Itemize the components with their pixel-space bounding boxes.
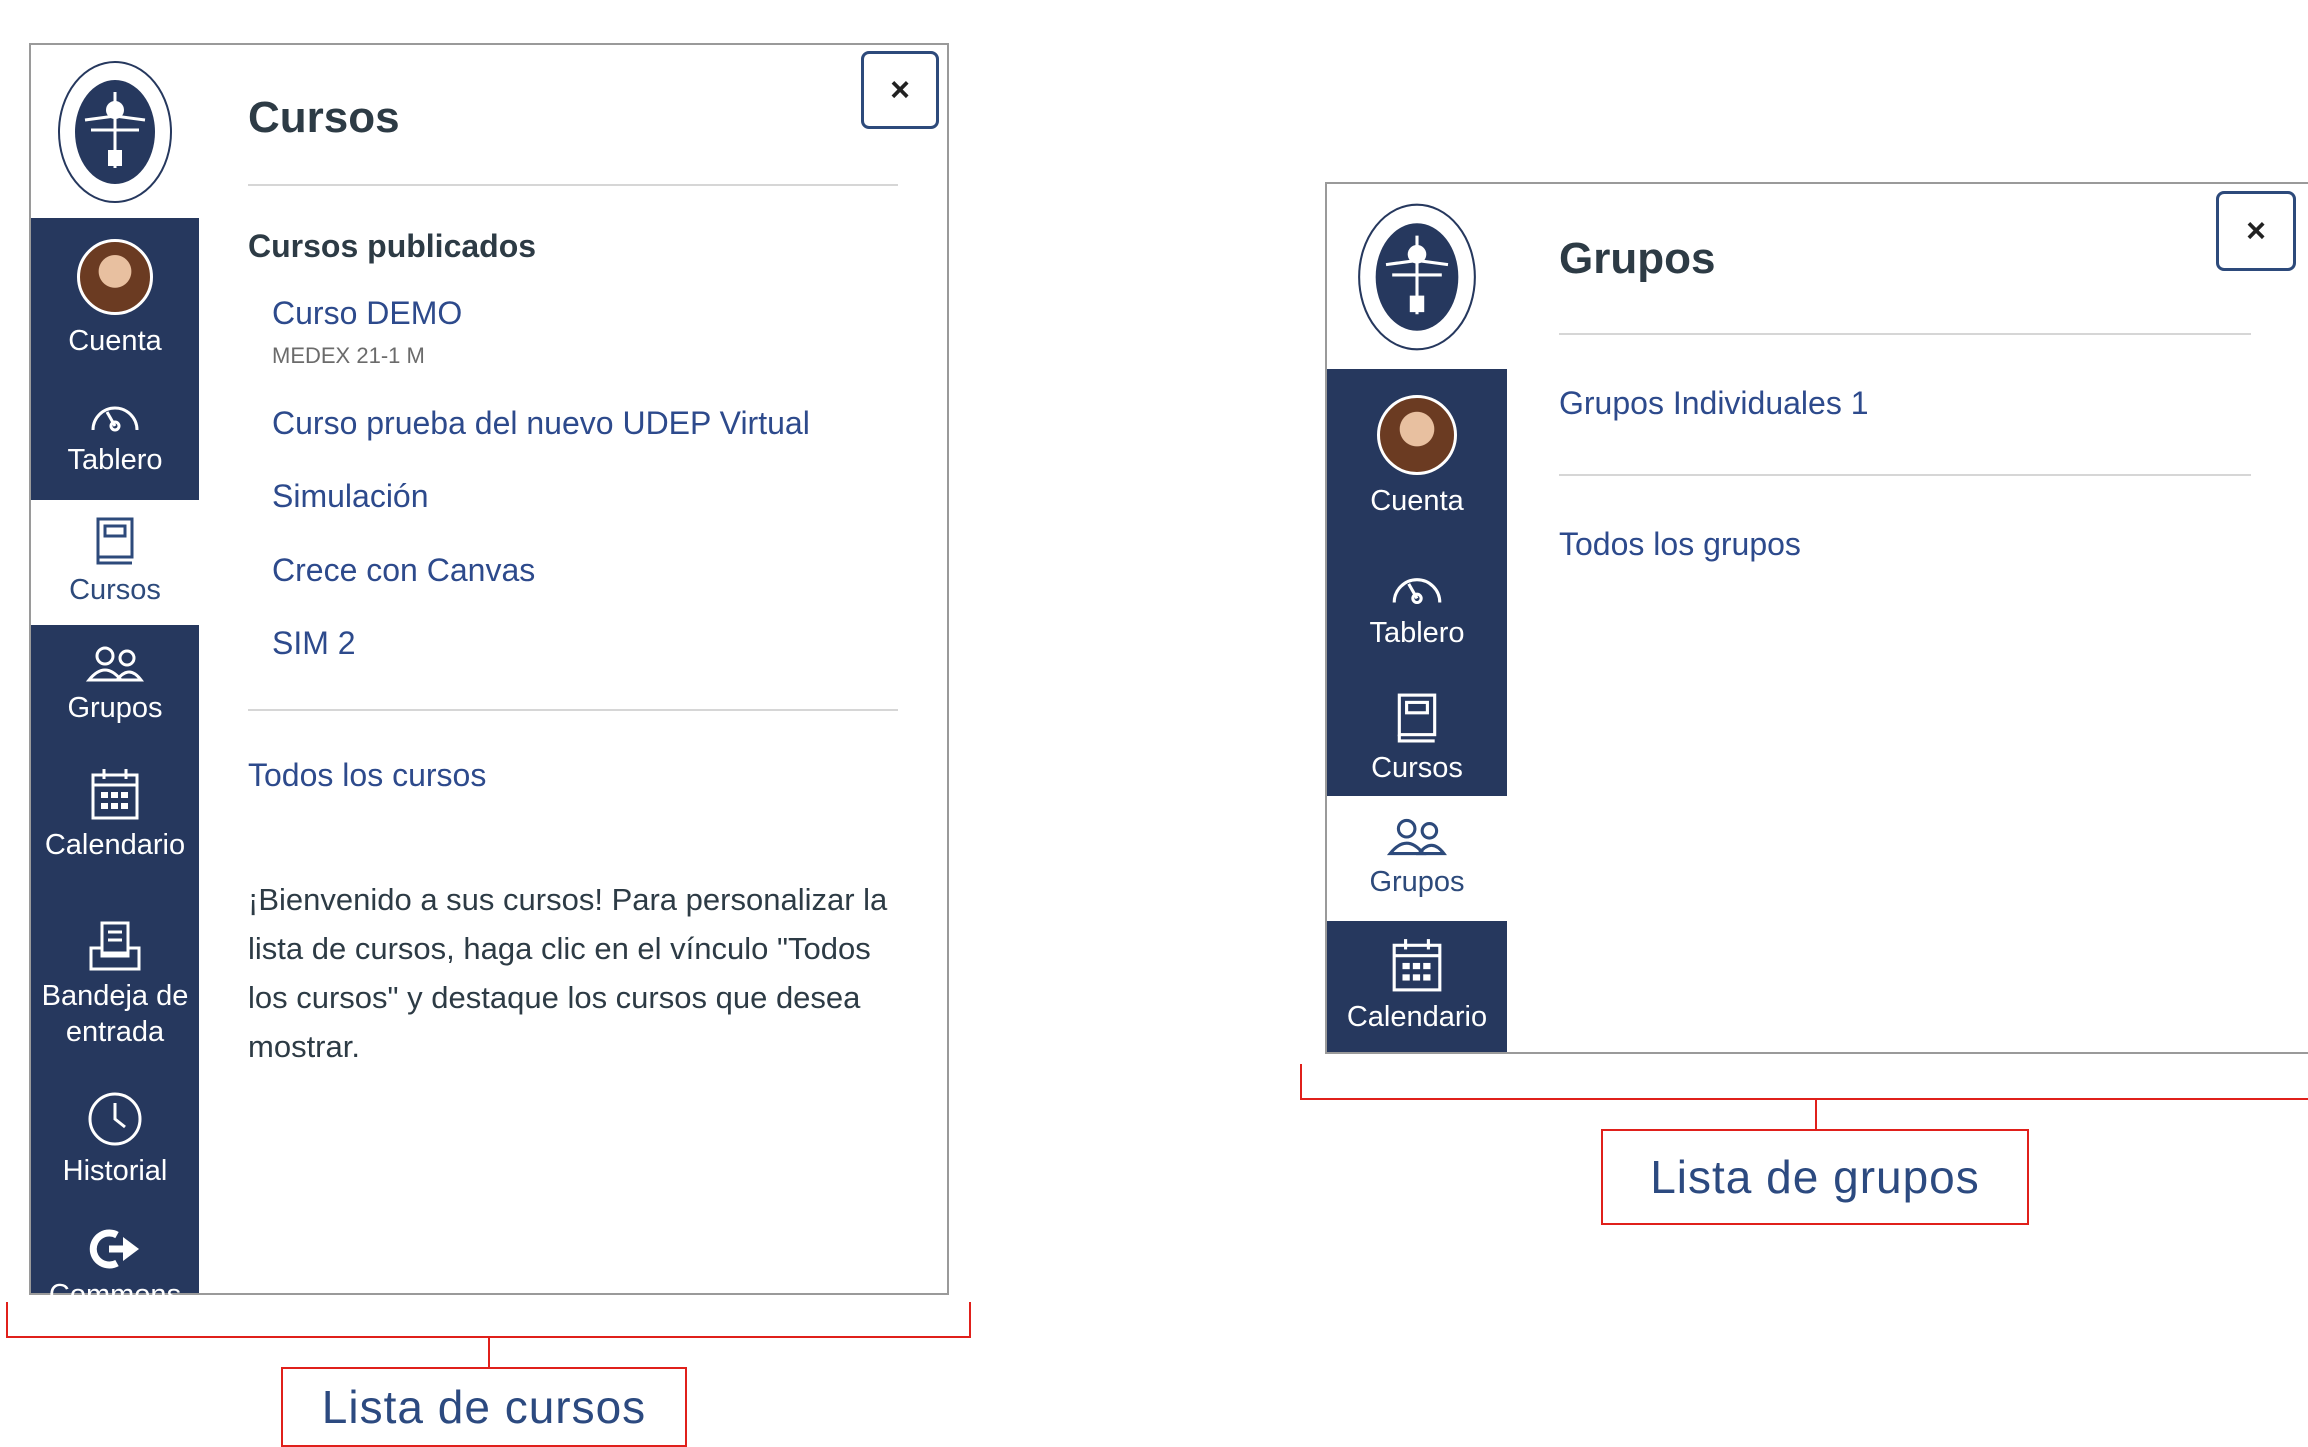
- nav-courses-label: Cursos: [1371, 751, 1463, 784]
- courses-bracket-stem: [488, 1336, 490, 1368]
- tray-title: Grupos: [1559, 234, 1716, 283]
- nav-inbox[interactable]: Bandeja de entrada: [31, 905, 199, 1065]
- groups-bracket: [1300, 1064, 2308, 1100]
- course-link-sim2[interactable]: SIM 2: [272, 625, 356, 662]
- avatar: [1377, 394, 1457, 475]
- university-seal-icon: [58, 60, 172, 203]
- all-courses-link[interactable]: Todos los cursos: [248, 757, 486, 794]
- nav-history-label: Historial: [62, 1154, 168, 1187]
- calendar-icon: [1392, 939, 1442, 992]
- nav-inbox-label-line2: entrada: [65, 1016, 165, 1048]
- nav-courses[interactable]: Cursos: [1327, 674, 1507, 804]
- nav-calendar[interactable]: Calendario: [31, 745, 199, 885]
- nav-account-label: Cuenta: [68, 324, 162, 357]
- welcome-message: ¡Bienvenido a sus cursos! Para personali…: [248, 875, 928, 1071]
- people-icon: [1386, 819, 1447, 856]
- clock-icon: [88, 1092, 142, 1146]
- courses-caption-text: Lista de cursos: [321, 1381, 647, 1433]
- all-groups-link[interactable]: Todos los grupos: [1559, 526, 1801, 563]
- welcome-line: los cursos" y destaque los cursos que de…: [248, 980, 861, 1015]
- nav-groups-label: Grupos: [1369, 866, 1465, 899]
- nav-dashboard-label: Tablero: [1369, 616, 1465, 649]
- university-logo[interactable]: [31, 45, 199, 218]
- close-icon: ×: [2246, 211, 2266, 250]
- groups-tray: Cuenta Tablero Cursos Grupos Calendario …: [1325, 182, 2308, 1054]
- nav-calendar-label: Calendario: [44, 828, 186, 861]
- nav-calendar[interactable]: Calendario: [1327, 921, 1507, 1052]
- avatar: [77, 238, 153, 315]
- book-icon: [96, 517, 134, 565]
- nav-courses-label: Cursos: [69, 574, 161, 607]
- nav-history[interactable]: Historial: [31, 1080, 199, 1200]
- nav-dashboard[interactable]: Tablero: [31, 375, 199, 500]
- people-icon: [85, 646, 145, 682]
- nav-account-label: Cuenta: [1370, 484, 1464, 517]
- course-link-crece[interactable]: Crece con Canvas: [272, 552, 535, 589]
- courses-caption: Lista de cursos: [281, 1367, 687, 1447]
- divider: [1559, 474, 2251, 476]
- close-button[interactable]: ×: [861, 51, 939, 129]
- groups-caption-text: Lista de grupos: [1650, 1151, 1980, 1203]
- close-button[interactable]: ×: [2216, 191, 2296, 271]
- group-link-individuales[interactable]: Grupos Individuales 1: [1559, 385, 1869, 422]
- course-link-prueba[interactable]: Curso prueba del nuevo UDEP Virtual: [272, 405, 810, 442]
- nav-groups[interactable]: Grupos: [31, 625, 199, 745]
- courses-tray: Cuenta Tablero Cursos Grupos Calendario …: [29, 43, 949, 1311]
- inbox-icon: [89, 921, 141, 971]
- nav-account[interactable]: Cuenta: [31, 230, 199, 368]
- welcome-line: mostrar.: [248, 1029, 360, 1064]
- nav-courses[interactable]: Cursos: [31, 500, 199, 625]
- divider: [248, 184, 898, 186]
- groups-caption: Lista de grupos: [1601, 1129, 2029, 1225]
- global-nav-rail: Cuenta Tablero Cursos: [31, 45, 199, 1311]
- university-seal-icon: [1358, 203, 1476, 350]
- share-arrow-icon: [89, 1229, 139, 1269]
- calendar-icon: [91, 768, 139, 820]
- groups-bracket-stem: [1815, 1098, 1817, 1130]
- nav-calendar-label: Calendario: [1346, 1001, 1488, 1034]
- nav-account[interactable]: Cuenta: [1327, 382, 1507, 532]
- welcome-line: ¡Bienvenido a sus cursos! Para personali…: [248, 882, 888, 917]
- speedometer-icon: [1392, 578, 1442, 604]
- nav-dashboard-label: Tablero: [67, 444, 163, 477]
- welcome-line: lista de cursos, haga clic en el vínculo…: [248, 931, 871, 966]
- tray-title: Cursos: [248, 93, 400, 142]
- global-nav-rail: Cuenta Tablero Cursos: [1327, 184, 1507, 1052]
- speedometer-icon: [91, 406, 139, 432]
- nav-inbox-label-line1: Bandeja de: [41, 979, 189, 1012]
- nav-groups-label: Grupos: [67, 691, 163, 724]
- university-logo[interactable]: [1327, 184, 1507, 369]
- divider: [1559, 333, 2251, 335]
- course-code: MEDEX 21-1 M: [272, 343, 425, 368]
- published-courses-heading: Cursos publicados: [248, 228, 537, 264]
- nav-dashboard[interactable]: Tablero: [1327, 544, 1507, 674]
- course-link-simulacion[interactable]: Simulación: [272, 478, 429, 515]
- book-icon: [1397, 693, 1437, 743]
- courses-bracket: [6, 1302, 971, 1338]
- nav-groups[interactable]: Grupos: [1327, 796, 1507, 921]
- close-icon: ×: [890, 70, 910, 109]
- course-link-demo[interactable]: Curso DEMO: [272, 295, 462, 332]
- divider: [248, 709, 898, 711]
